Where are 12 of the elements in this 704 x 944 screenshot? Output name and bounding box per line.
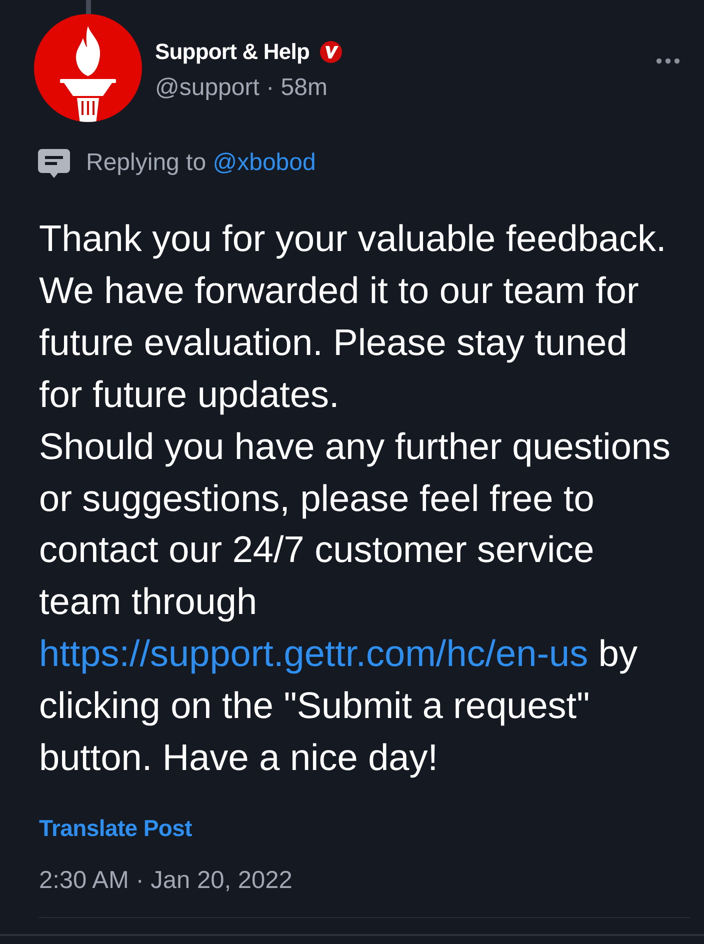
- post-text: Thank you for your valuable feedback. We have forwarded it to our team for future evaluation. Please stay tuned for future updates.: [39, 217, 668, 417]
- post-link[interactable]: https://support.gettr.com/hc/en-us: [39, 633, 588, 674]
- handle-time-text: @support · 58m: [155, 73, 328, 103]
- author-name[interactable]: Support & Help: [155, 37, 310, 67]
- comment-icon: [38, 148, 70, 178]
- mention-link[interactable]: @xbobod: [212, 149, 316, 176]
- more-options-icon[interactable]: [656, 58, 680, 64]
- translate-link[interactable]: Translate Post: [39, 812, 192, 843]
- torch-logo-icon: [34, 14, 142, 122]
- replying-to-text: Replying to @xbobod: [86, 148, 316, 178]
- post-timestamp: 2:30 AM · Jan 20, 2022: [39, 866, 294, 896]
- post-text: Should you have any further questions or suggestions, please feel free to contact our 24/7 customer service team through https://support.gettr.com/hc/en-us by clicking on the "Submit a request" button. Have a nice day!: [39, 424, 672, 780]
